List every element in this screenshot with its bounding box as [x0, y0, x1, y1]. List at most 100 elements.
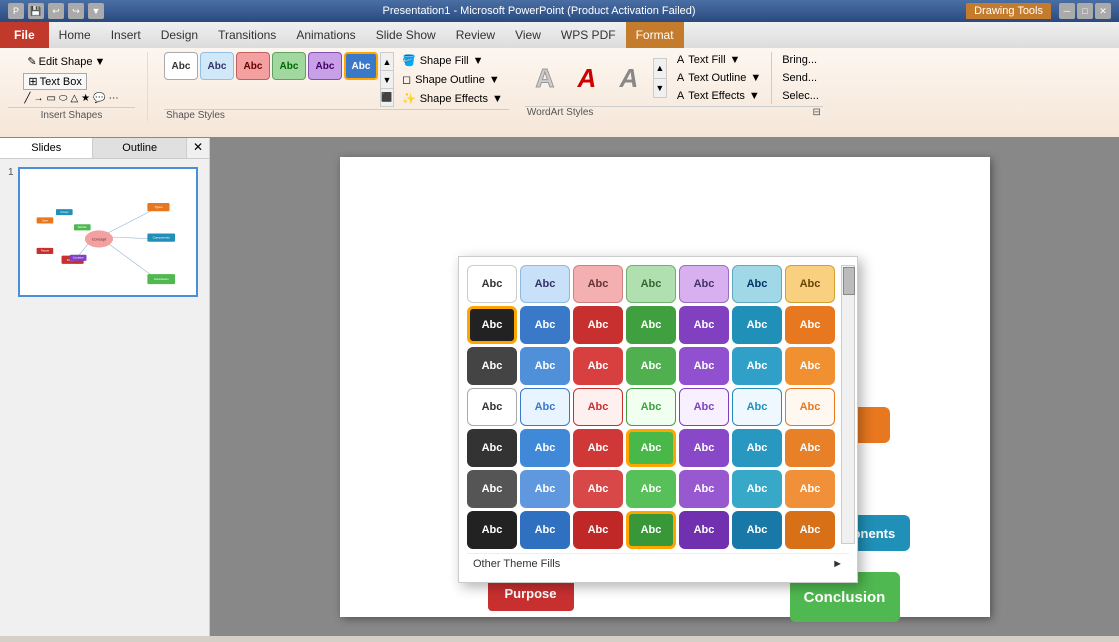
dropdown-cell-r4c4[interactable]: Abc	[626, 388, 676, 426]
dropdown-cell-r2c4[interactable]: Abc	[626, 306, 676, 344]
wordart-expand-icon[interactable]: ⊟	[813, 107, 821, 118]
dropdown-cell-r4c3[interactable]: Abc	[573, 388, 623, 426]
slideshow-menu[interactable]: Slide Show	[366, 22, 446, 48]
wordart-scroll-up[interactable]: ▲	[654, 59, 666, 79]
shape-fill-button[interactable]: 🪣 Shape Fill ▼	[396, 52, 509, 69]
shape-style-5[interactable]: Abc	[308, 52, 342, 80]
dropdown-cell-r2c6[interactable]: Abc	[732, 306, 782, 344]
style-expand[interactable]: ⬛	[381, 89, 393, 106]
animations-menu[interactable]: Animations	[286, 22, 365, 48]
shape-outline-dropdown[interactable]: ▼	[489, 74, 500, 86]
slides-tab[interactable]: Slides	[0, 138, 93, 158]
dropdown-cell-r6c6[interactable]: Abc	[732, 470, 782, 508]
dropdown-cell-r7c5[interactable]: Abc	[679, 511, 729, 549]
dropdown-cell-r4c7[interactable]: Abc	[785, 388, 835, 426]
shape-effects-button[interactable]: ✨ Shape Effects ▼	[396, 90, 509, 107]
design-menu[interactable]: Design	[151, 22, 208, 48]
dropdown-cell-r4c2[interactable]: Abc	[520, 388, 570, 426]
insert-menu[interactable]: Insert	[101, 22, 151, 48]
dropdown-cell-r1c7[interactable]: Abc	[785, 265, 835, 303]
shape-style-4[interactable]: Abc	[272, 52, 306, 80]
transitions-menu[interactable]: Transitions	[208, 22, 286, 48]
dropdown-cell-r3c4[interactable]: Abc	[626, 347, 676, 385]
shape-line-icon[interactable]: ╱	[23, 92, 31, 105]
dropdown-cell-r1c4[interactable]: Abc	[626, 265, 676, 303]
dropdown-cell-r3c2[interactable]: Abc	[520, 347, 570, 385]
dropdown-cell-r4c6[interactable]: Abc	[732, 388, 782, 426]
shape-oval-icon[interactable]: ⬭	[58, 92, 69, 105]
dropdown-cell-r7c4[interactable]: Abc	[626, 511, 676, 549]
dropdown-cell-r5c2[interactable]: Abc	[520, 429, 570, 467]
outline-tab[interactable]: Outline	[93, 138, 186, 158]
dropdown-cell-r1c5[interactable]: Abc	[679, 265, 729, 303]
dropdown-cell-r3c6[interactable]: Abc	[732, 347, 782, 385]
dropdown-cell-r7c1[interactable]: Abc	[467, 511, 517, 549]
dropdown-cell-r5c4[interactable]: Abc	[626, 429, 676, 467]
dropdown-cell-r1c1[interactable]: Abc	[467, 265, 517, 303]
home-menu[interactable]: Home	[49, 22, 101, 48]
maximize-button[interactable]: □	[1077, 3, 1093, 19]
slide-thumbnail[interactable]: Concept Types Components Purpose Conclus…	[18, 167, 198, 297]
select-button[interactable]: Selec...	[778, 88, 823, 104]
close-button[interactable]: ✕	[1095, 3, 1111, 19]
send-backward-button[interactable]: Send...	[778, 70, 823, 86]
dropdown-cell-r1c3[interactable]: Abc	[573, 265, 623, 303]
style-scroll-up[interactable]: ▲	[381, 53, 393, 71]
dropdown-cell-r6c5[interactable]: Abc	[679, 470, 729, 508]
text-fill-button[interactable]: A Text Fill ▼	[671, 52, 767, 68]
dropdown-cell-r7c6[interactable]: Abc	[732, 511, 782, 549]
dropdown-cell-r2c2[interactable]: Abc	[520, 306, 570, 344]
dropdown-cell-r7c3[interactable]: Abc	[573, 511, 623, 549]
bring-forward-button[interactable]: Bring...	[778, 52, 823, 68]
dropdown-scroll-thumb[interactable]	[843, 267, 855, 295]
dropdown-cell-r4c5[interactable]: Abc	[679, 388, 729, 426]
dropdown-cell-r3c5[interactable]: Abc	[679, 347, 729, 385]
dropdown-cell-r7c2[interactable]: Abc	[520, 511, 570, 549]
shape-style-3[interactable]: Abc	[236, 52, 270, 80]
text-outline-dropdown[interactable]: ▼	[750, 72, 761, 84]
dropdown-cell-r5c5[interactable]: Abc	[679, 429, 729, 467]
dropdown-cell-r6c4[interactable]: Abc	[626, 470, 676, 508]
wordart-style-1[interactable]: A	[525, 58, 565, 98]
minimize-button[interactable]: ─	[1059, 3, 1075, 19]
save-icon[interactable]: 💾	[28, 3, 44, 19]
text-outline-button[interactable]: A Text Outline ▼	[671, 70, 767, 86]
dropdown-scrollbar[interactable]	[841, 265, 855, 544]
shape-arrow-icon[interactable]: →	[32, 92, 44, 105]
shape-effects-dropdown[interactable]: ▼	[492, 93, 503, 105]
shape-star-icon[interactable]: ★	[80, 92, 91, 105]
view-menu[interactable]: View	[505, 22, 551, 48]
dropdown-cell-r2c7[interactable]: Abc	[785, 306, 835, 344]
dropdown-cell-r4c1[interactable]: Abc	[467, 388, 517, 426]
shape-style-6[interactable]: Abc	[344, 52, 378, 80]
dropdown-cell-r5c7[interactable]: Abc	[785, 429, 835, 467]
text-effects-button[interactable]: A Text Effects ▼	[671, 88, 767, 104]
dropdown-cell-r6c7[interactable]: Abc	[785, 470, 835, 508]
other-theme-fills-button[interactable]: Other Theme Fills ►	[467, 553, 849, 574]
textbox-button[interactable]: ⊞ Text Box	[23, 73, 86, 90]
shape-callout-icon[interactable]: 💬	[92, 92, 106, 105]
shape-more-icon[interactable]: ⋯	[108, 92, 120, 105]
wpspdf-menu[interactable]: WPS PDF	[551, 22, 626, 48]
panel-close-button[interactable]: ✕	[187, 138, 209, 158]
dropdown-cell-r5c3[interactable]: Abc	[573, 429, 623, 467]
file-menu[interactable]: File	[0, 22, 49, 48]
wordart-style-2[interactable]: A	[567, 58, 607, 98]
edit-shape-button[interactable]: ✎ Edit Shape ▼	[23, 54, 109, 69]
shape-style-2[interactable]: Abc	[200, 52, 234, 80]
text-fill-dropdown[interactable]: ▼	[730, 54, 741, 66]
dropdown-cell-r6c1[interactable]: Abc	[467, 470, 517, 508]
shape-rect-icon[interactable]: ▭	[45, 92, 56, 105]
dropdown-cell-r1c2[interactable]: Abc	[520, 265, 570, 303]
redo-icon[interactable]: ↪	[68, 3, 84, 19]
dropdown-cell-r5c1[interactable]: Abc	[467, 429, 517, 467]
dropdown-cell-r2c5[interactable]: Abc	[679, 306, 729, 344]
shape-style-1[interactable]: Abc	[164, 52, 198, 80]
style-scroll-down[interactable]: ▼	[381, 71, 393, 89]
dropdown-cell-r7c7[interactable]: Abc	[785, 511, 835, 549]
shape-fill-dropdown[interactable]: ▼	[473, 55, 484, 67]
format-menu[interactable]: Format	[626, 22, 684, 48]
review-menu[interactable]: Review	[446, 22, 505, 48]
shape-triangle-icon[interactable]: △	[69, 92, 79, 105]
customize-icon[interactable]: ▼	[88, 3, 104, 19]
